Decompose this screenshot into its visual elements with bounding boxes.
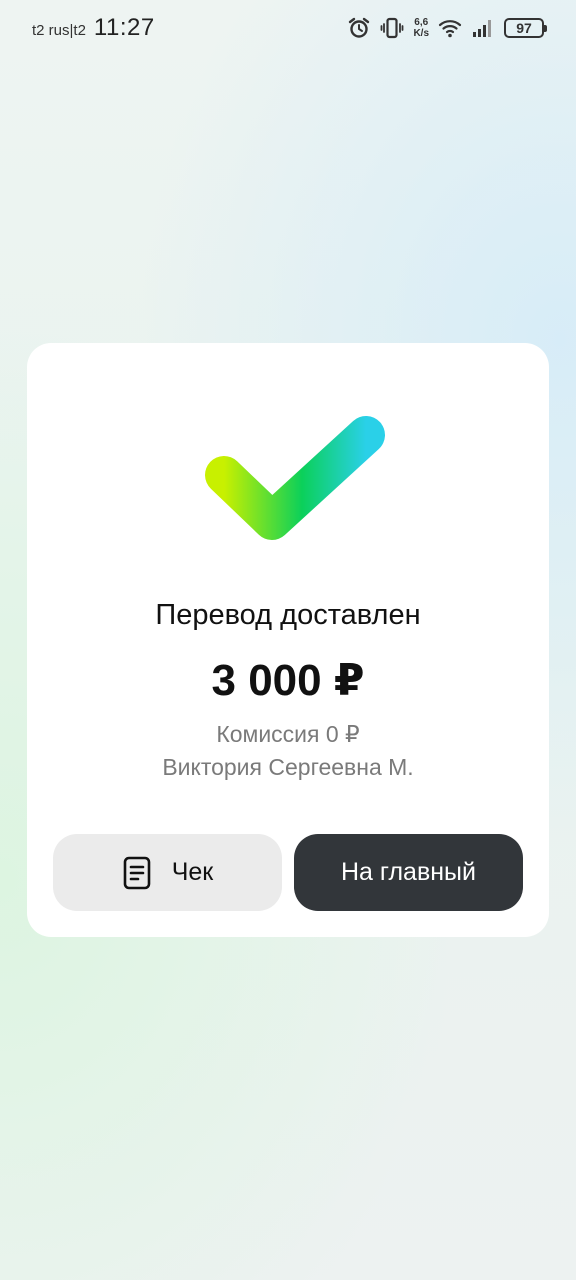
receipt-button-label: Чек	[171, 858, 214, 886]
fee-text: Комиссия 0 ₽	[216, 721, 360, 747]
status-right: 6,6 K/s 97	[347, 16, 547, 40]
signal-icon	[473, 20, 491, 37]
home-button[interactable]: На главный	[294, 834, 523, 911]
net-speed-unit: K/s	[413, 28, 429, 39]
net-speed-value: 6,6	[414, 17, 429, 28]
result-title: Перевод доставлен	[155, 599, 421, 631]
carrier-label: t2 rus|t2	[32, 22, 86, 39]
home-button-label: На главный	[341, 858, 476, 886]
net-speed: 6,6 K/s	[413, 17, 429, 39]
status-bar: t2 rus|t2 11:27 6,6 K/s 97	[0, 0, 576, 56]
vibrate-icon	[381, 17, 404, 39]
wifi-icon	[438, 20, 462, 38]
success-checkmark-icon	[205, 416, 385, 540]
receipt-icon	[123, 856, 151, 889]
battery-indicator: 97	[504, 18, 547, 38]
status-clock: 11:27	[93, 14, 155, 41]
recipient-name: Виктория Сергеевна М.	[162, 754, 414, 780]
status-left: t2 rus|t2 11:27	[32, 14, 155, 42]
transfer-result-card: Перевод доставлен 3 000 ₽ Комиссия 0 ₽ В…	[27, 343, 549, 937]
receipt-button[interactable]: Чек	[53, 834, 282, 911]
transfer-amount: 3 000 ₽	[211, 656, 365, 705]
alarm-icon	[349, 17, 370, 38]
